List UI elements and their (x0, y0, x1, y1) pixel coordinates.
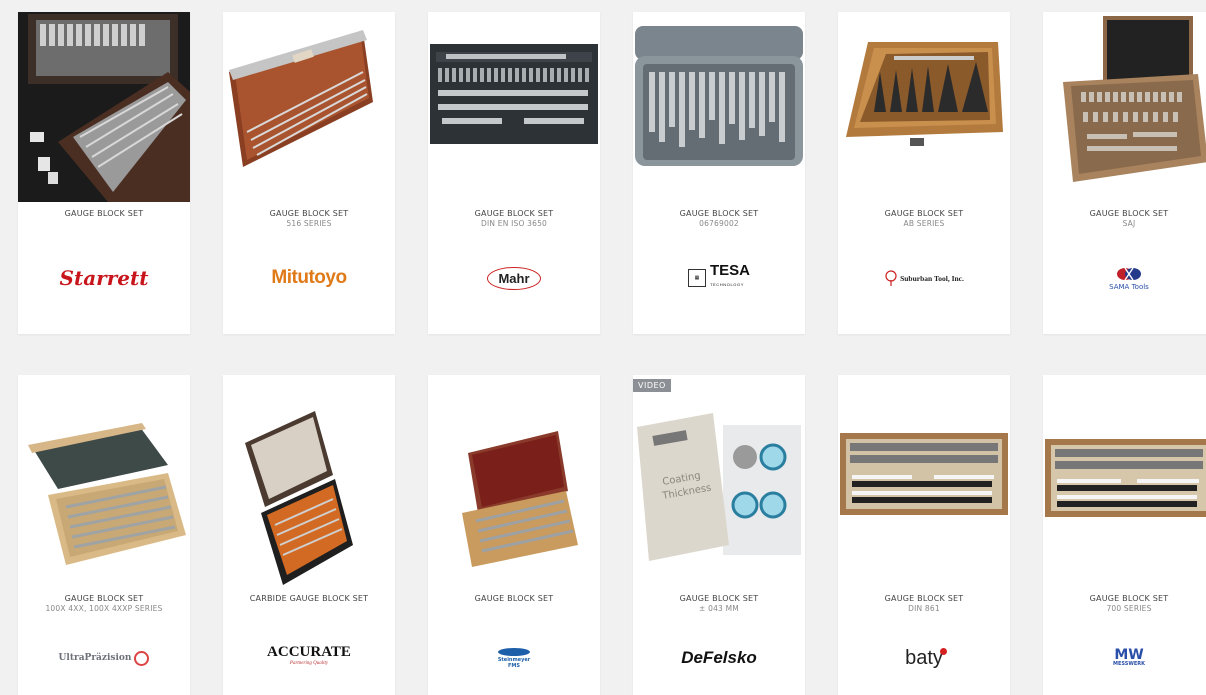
product-card[interactable]: GAUGE BLOCK SET Starrett (18, 12, 190, 334)
brand-logo-accurate[interactable]: ACCURATE Partnering Quality (223, 637, 395, 679)
product-title[interactable]: GAUGE BLOCK SET 06769002 (633, 209, 805, 229)
product-title[interactable]: GAUGE BLOCK SET 100X 4XX, 100X 4XXP SERI… (18, 594, 190, 614)
steinmeyer-emblem-icon (498, 648, 530, 656)
product-image[interactable] (633, 12, 805, 202)
product-image[interactable] (223, 395, 395, 585)
product-image[interactable] (1043, 12, 1206, 202)
product-title[interactable]: GAUGE BLOCK SET (428, 594, 600, 604)
product-card[interactable]: GAUGE BLOCK SET 516 SERIES Mitutoyo (223, 12, 395, 334)
product-card[interactable]: GAUGE BLOCK SET Steinmeyer FMS (428, 375, 600, 695)
product-image[interactable] (18, 12, 190, 202)
product-title[interactable]: GAUGE BLOCK SET 516 SERIES (223, 209, 395, 229)
suburban-emblem-icon (885, 270, 897, 286)
product-title[interactable]: GAUGE BLOCK SET AB SERIES (838, 209, 1010, 229)
product-card[interactable]: CARBIDE GAUGE BLOCK SET ACCURATE Partner… (223, 375, 395, 695)
product-title[interactable]: GAUGE BLOCK SET ± 043 MM (633, 594, 805, 614)
brand-logo-messwerk[interactable]: MW MESSWERK (1043, 637, 1206, 679)
product-image[interactable]: Coating Thickness (633, 395, 805, 585)
product-image[interactable] (18, 395, 190, 585)
video-badge[interactable]: VIDEO (633, 379, 671, 392)
product-title[interactable]: GAUGE BLOCK SET DIN EN ISO 3650 (428, 209, 600, 229)
product-image[interactable] (838, 12, 1010, 202)
sama-emblem-icon (1116, 267, 1141, 281)
brand-logo-mitutoyo[interactable]: Mitutoyo (223, 257, 395, 299)
ultra-emblem-icon (134, 650, 150, 666)
brand-logo-tesa[interactable]: ▦ TESA TECHNOLOGY (633, 257, 805, 299)
brand-logo-baty[interactable]: baty (838, 637, 1010, 679)
product-card[interactable]: GAUGE BLOCK SET AB SERIES Suburban Tool,… (838, 12, 1010, 334)
product-card[interactable]: GAUGE BLOCK SET 06769002 ▦ TESA TECHNOLOG… (633, 12, 805, 334)
baty-dot-icon (939, 647, 947, 655)
product-image[interactable] (223, 12, 395, 202)
product-grid: GAUGE BLOCK SET Starrett GAUGE BLOCK SET… (0, 0, 1206, 695)
product-title[interactable]: GAUGE BLOCK SET SAJ (1043, 209, 1206, 229)
product-title[interactable]: GAUGE BLOCK SET DIN 861 (838, 594, 1010, 614)
product-card[interactable]: GAUGE BLOCK SET DIN EN ISO 3650 Mahr (428, 12, 600, 334)
brand-logo-sama[interactable]: SAMA Tools (1043, 257, 1206, 299)
product-card[interactable]: GAUGE BLOCK SET 700 SERIES MW MESSWERK (1043, 375, 1206, 695)
product-card[interactable]: GAUGE BLOCK SET 100X 4XX, 100X 4XXP SERI… (18, 375, 190, 695)
brand-logo-ultrapraezision[interactable]: UltraPräzision (18, 637, 190, 679)
product-title[interactable]: GAUGE BLOCK SET 700 SERIES (1043, 594, 1206, 614)
product-card[interactable]: GAUGE BLOCK SET SAJ SAMA Tools (1043, 12, 1206, 334)
product-image[interactable] (428, 12, 600, 202)
tesa-emblem-icon: ▦ (687, 269, 706, 287)
product-title[interactable]: CARBIDE GAUGE BLOCK SET (223, 594, 395, 604)
brand-logo-suburban[interactable]: Suburban Tool, Inc. (838, 257, 1010, 299)
product-card[interactable]: VIDEO Coating Thickness GAUGE BLOCK SET … (633, 375, 805, 695)
product-image[interactable] (428, 395, 600, 585)
brand-logo-steinmeyer[interactable]: Steinmeyer FMS (428, 637, 600, 679)
brand-logo-mahr[interactable]: Mahr (428, 257, 600, 299)
product-title[interactable]: GAUGE BLOCK SET (18, 209, 190, 219)
product-image[interactable] (838, 395, 1010, 585)
brand-logo-defelsko[interactable]: DeFelsko (633, 637, 805, 679)
product-image[interactable] (1043, 395, 1206, 585)
brand-logo-starrett[interactable]: Starrett (18, 257, 190, 299)
product-card[interactable]: GAUGE BLOCK SET DIN 861 baty (838, 375, 1010, 695)
